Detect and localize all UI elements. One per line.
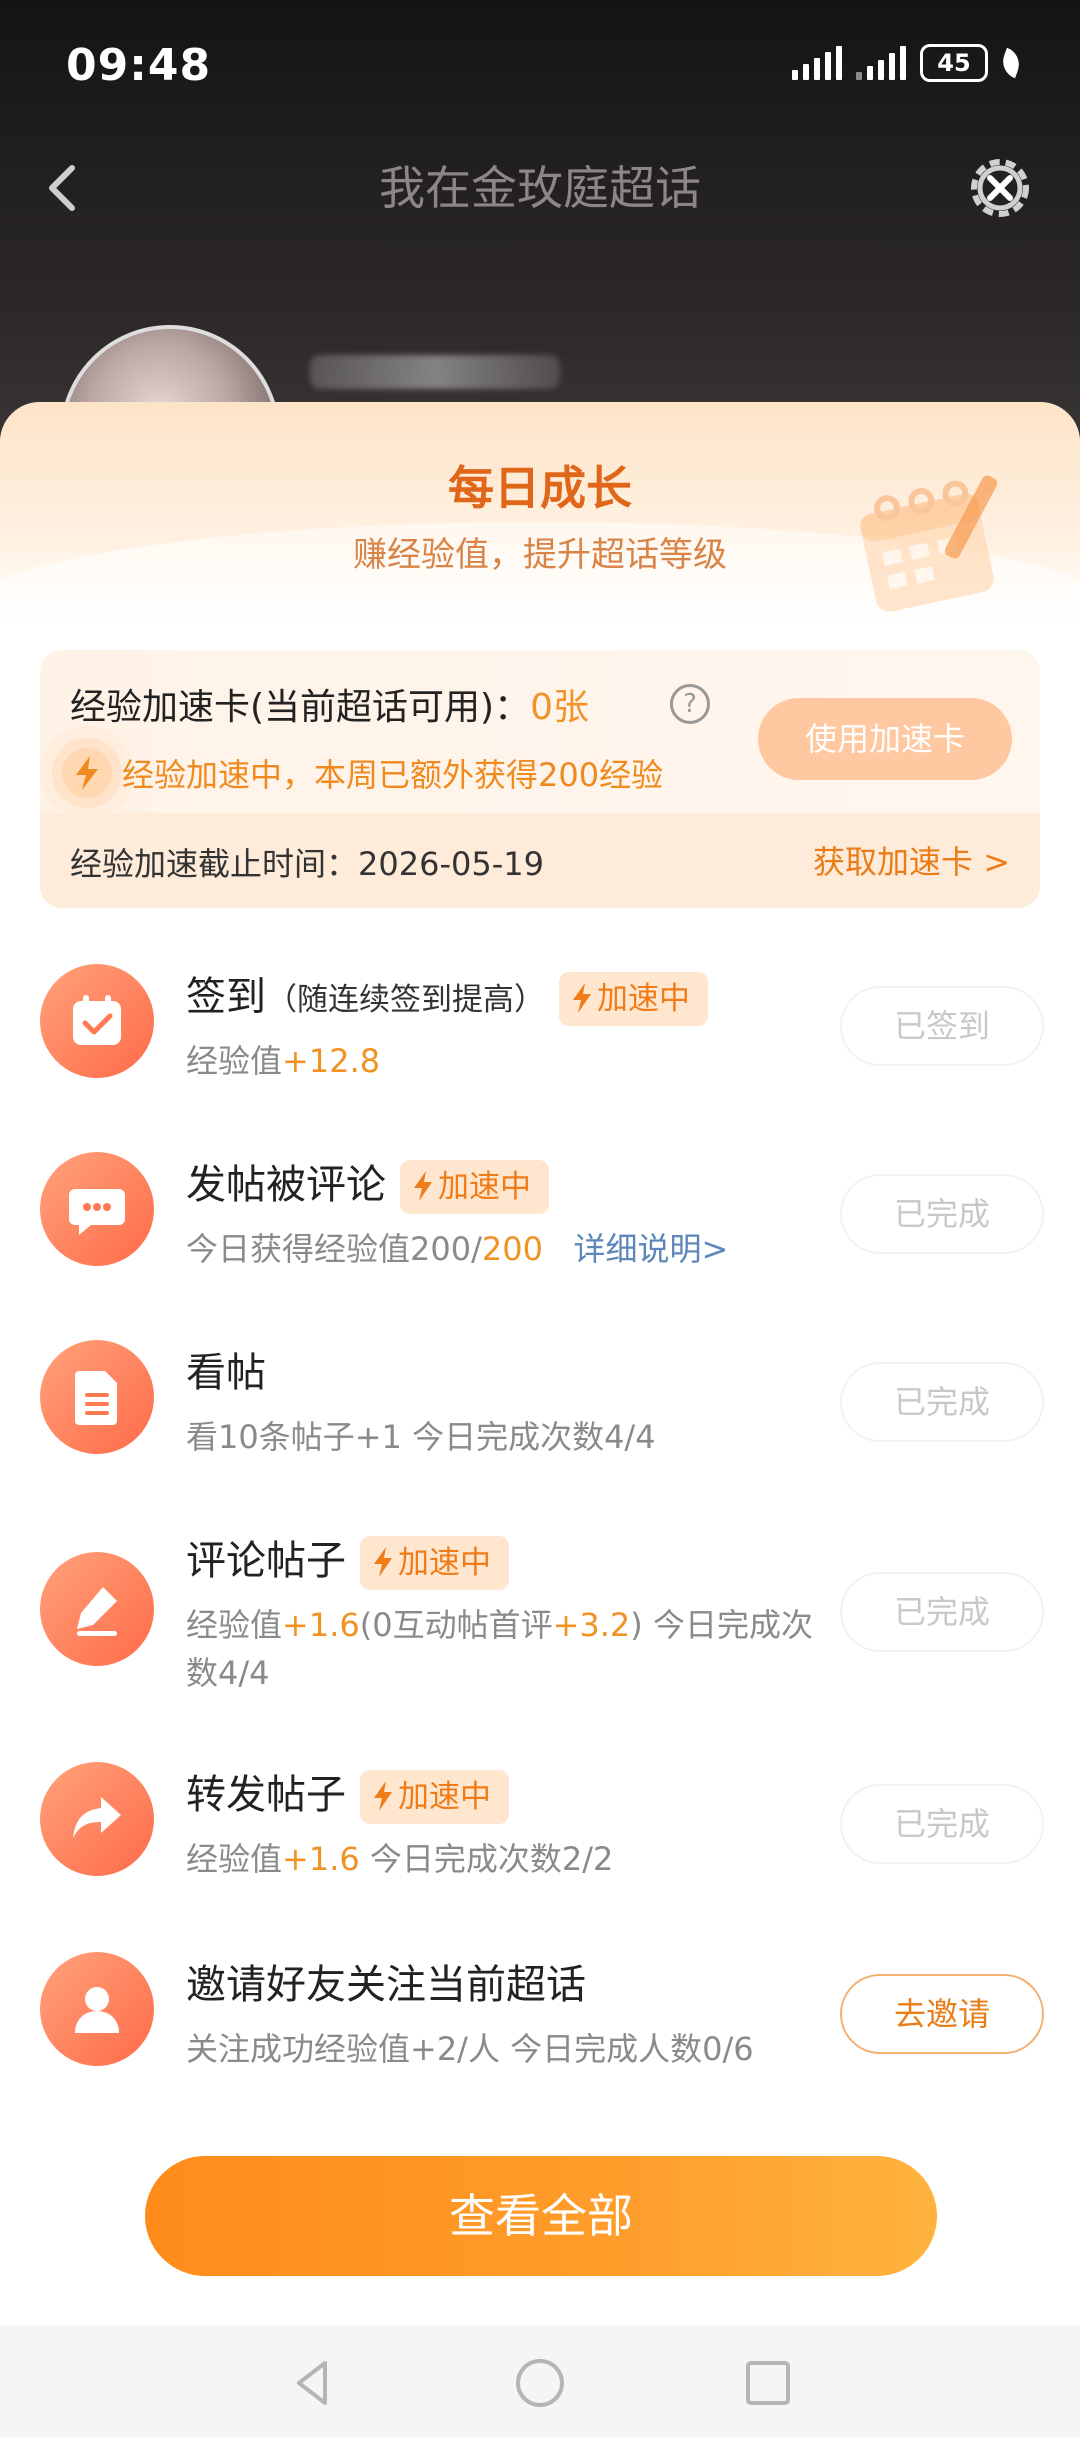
accelerator-label-text: 经验加速卡(当前超话可用)： — [70, 687, 531, 728]
task-title: 评论帖子 — [186, 1538, 346, 1584]
get-accelerator-text: 获取加速卡 — [813, 843, 974, 881]
screen: 09:48 45 我在金玫庭超话 每日成长 赚经验值，提升超话等级 经验加速卡(… — [0, 0, 1080, 2437]
lightning-icon — [573, 983, 591, 1013]
lightning-icon — [374, 1547, 392, 1577]
calendar-decoration-icon — [860, 475, 998, 612]
invite-button[interactable]: 去邀请 — [840, 1974, 1044, 2054]
system-navigation-bar — [0, 2325, 1080, 2437]
nav-back-icon[interactable] — [285, 2355, 341, 2411]
task-name: 评论帖子 加速中 — [186, 1528, 509, 1590]
completed-button[interactable]: 已完成 — [840, 1174, 1044, 1254]
desc-suffix: 今日完成次数2/2 — [359, 1840, 614, 1878]
desc-value: +1.6 — [282, 1840, 360, 1878]
nav-recents-icon[interactable] — [740, 2355, 796, 2411]
chat-bubble-icon — [40, 1152, 154, 1266]
signal-icon — [792, 46, 842, 80]
desc-prefix: 经验值 — [186, 1840, 283, 1878]
nav-home-icon[interactable] — [512, 2355, 568, 2411]
accelerating-badge: 加速中 — [360, 1770, 509, 1824]
badge-text: 加速中 — [597, 981, 690, 1017]
desc-prefix: 经验值 — [186, 1042, 283, 1080]
badge-text: 加速中 — [398, 1779, 491, 1815]
accelerator-deadline: 经验加速截止时间：2026-05-19 — [70, 839, 544, 885]
blurred-username — [310, 355, 560, 389]
task-name: 签到（随连续签到提高） 加速中 — [186, 964, 708, 1026]
deadline-date: 2026-05-19 — [358, 845, 544, 883]
share-arrow-icon — [40, 1762, 154, 1876]
task-desc-line2: 数4/4 — [186, 1654, 270, 1692]
task-desc: 关注成功经验值+2/人 今日完成人数0/6 — [186, 2030, 754, 2068]
help-icon[interactable]: ? — [670, 684, 710, 724]
task-desc: 看10条帖子+1 今日完成次数4/4 — [186, 1418, 656, 1456]
task-name: 看帖 — [186, 1350, 266, 1396]
deadline-label: 经验加速截止时间： — [70, 845, 359, 883]
use-accelerator-button[interactable]: 使用加速卡 — [758, 698, 1012, 780]
gear-close-icon — [971, 159, 1029, 217]
task-name: 转发帖子 加速中 — [186, 1762, 509, 1824]
system-icons: 45 — [792, 44, 1024, 82]
task-desc: 经验值+1.6(0互动帖首评+3.2) 今日完成次 — [186, 1600, 813, 1646]
checked-in-button[interactable]: 已签到 — [840, 986, 1044, 1066]
accelerator-card: 经验加速卡(当前超话可用)：0张 ? 经验加速中，本周已额外获得200经验 使用… — [40, 650, 1040, 908]
task-title: 签到 — [186, 974, 266, 1020]
task-desc: 经验值+12.8 — [186, 1036, 380, 1082]
desc-prefix: 今日获得经验值200/ — [186, 1230, 482, 1268]
task-desc: 今日获得经验值200/200 详细说明> — [186, 1224, 728, 1270]
task-name: 邀请好友关注当前超话 — [186, 1962, 586, 2008]
accelerating-badge: 加速中 — [400, 1160, 549, 1214]
document-icon — [40, 1340, 154, 1454]
task-title: 发帖被评论 — [186, 1162, 386, 1208]
daily-growth-sheet: 每日成长 赚经验值，提升超话等级 经验加速卡(当前超话可用)：0张 ? 经验加速… — [0, 402, 1080, 2437]
view-all-button[interactable]: 查看全部 — [145, 2156, 937, 2276]
signal-icon-2 — [856, 46, 906, 80]
task-name: 发帖被评论 加速中 — [186, 1152, 549, 1214]
accelerator-bottom: 经验加速截止时间：2026-05-19 获取加速卡 > — [40, 813, 1040, 908]
desc-value-1: +1.6 — [282, 1606, 360, 1644]
get-accelerator-link[interactable]: 获取加速卡 > — [813, 837, 1010, 883]
accelerator-top: 经验加速卡(当前超话可用)：0张 ? 经验加速中，本周已额外获得200经验 使用… — [40, 650, 1040, 813]
details-link[interactable]: 详细说明> — [573, 1230, 728, 1268]
accelerator-count: 0张 — [530, 687, 589, 728]
leaf-icon — [998, 47, 1024, 79]
desc-value: 200 — [481, 1230, 543, 1268]
chevron-right-icon: > — [983, 843, 1010, 881]
accelerating-badge: 加速中 — [360, 1536, 509, 1590]
lightning-icon — [62, 748, 112, 798]
calendar-check-icon — [40, 964, 154, 1078]
lightning-icon — [374, 1781, 392, 1811]
completed-button[interactable]: 已完成 — [840, 1362, 1044, 1442]
accelerator-status: 经验加速中，本周已额外获得200经验 — [122, 756, 664, 794]
desc-b: (0互动帖首评 — [359, 1606, 553, 1644]
top-nav: 我在金玫庭超话 — [0, 130, 1080, 240]
page-title: 我在金玫庭超话 — [379, 161, 701, 215]
completed-button[interactable]: 已完成 — [840, 1572, 1044, 1652]
task-desc: 经验值+1.6 今日完成次数2/2 — [186, 1834, 613, 1880]
pen-icon — [40, 1552, 154, 1666]
desc-a: 经验值 — [186, 1606, 283, 1644]
battery-icon: 45 — [920, 44, 988, 82]
accelerating-badge: 加速中 — [559, 972, 708, 1026]
task-title: 转发帖子 — [186, 1772, 346, 1818]
desc-value-2: +3.2 — [552, 1606, 631, 1644]
badge-text: 加速中 — [398, 1545, 491, 1581]
status-time: 09:48 — [66, 40, 212, 91]
accelerator-label: 经验加速卡(当前超话可用)：0张 — [70, 678, 589, 730]
status-bar: 09:48 45 — [0, 0, 1080, 130]
completed-button[interactable]: 已完成 — [840, 1784, 1044, 1864]
user-icon — [40, 1952, 154, 2066]
badge-text: 加速中 — [438, 1169, 531, 1205]
sheet-header: 每日成长 赚经验值，提升超话等级 — [0, 402, 1080, 702]
lightning-icon — [414, 1171, 432, 1201]
desc-c: ) 今日完成次 — [630, 1606, 813, 1644]
task-note: （随连续签到提高） — [266, 982, 545, 1018]
settings-close-button[interactable] — [960, 148, 1040, 228]
desc-value: +12.8 — [282, 1042, 381, 1080]
